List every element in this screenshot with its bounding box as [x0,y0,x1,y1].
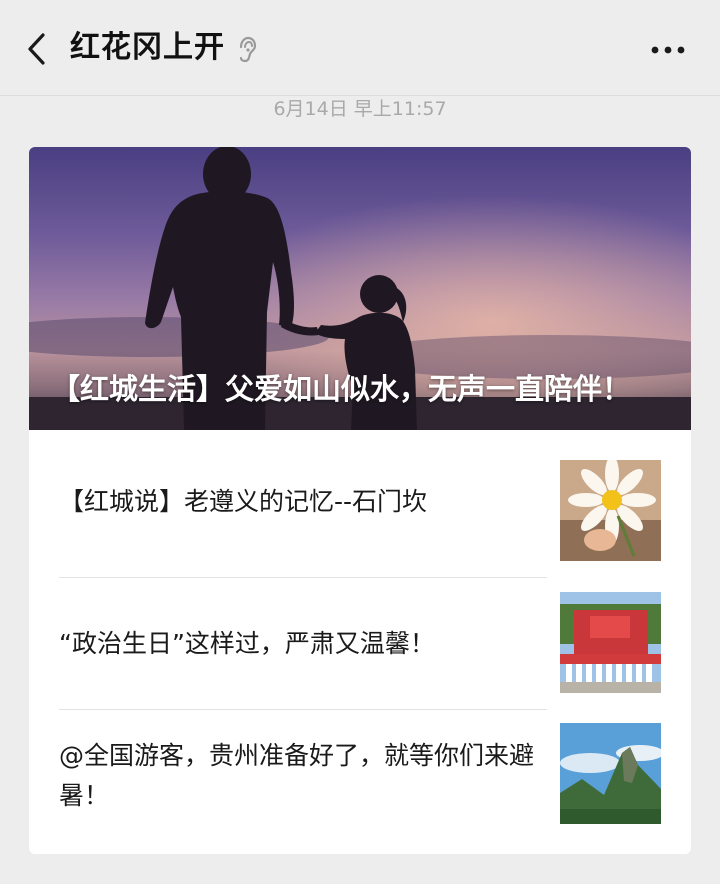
daisy-thumbnail [560,460,661,561]
group-photo-thumbnail [560,592,661,693]
article-card: 【红城生活】父爱如山似水，无声一直陪伴！ 【红城说】老遵义的记忆--石门坎 “政… [29,147,691,854]
ear-icon [239,36,257,63]
back-button[interactable] [18,26,54,72]
article-item[interactable]: 【红城说】老遵义的记忆--石门坎 [29,430,691,577]
more-dots-icon [651,46,685,54]
article-item[interactable]: @全国游客，贵州准备好了，就等你们来避暑！ [29,710,691,854]
article-thumbnail [560,460,661,561]
hero-title: 【红城生活】父爱如山似水，无声一直陪伴！ [51,372,632,406]
article-thumbnail [560,592,661,693]
mountain-thumbnail [560,723,661,824]
article-title: @全国游客，贵州准备好了，就等你们来避暑！ [59,741,535,810]
hero-article[interactable]: 【红城生活】父爱如山似水，无声一直陪伴！ [29,147,691,430]
article-thumbnail [560,723,661,824]
chevron-left-icon [28,33,45,65]
article-title: 【红城说】老遵义的记忆--石门坎 [59,487,428,516]
top-bar: 红花冈上开 [0,0,720,96]
article-title: “政治生日”这样过，严肃又温馨！ [59,629,435,658]
page-title: 红花冈上开 [70,30,225,65]
article-item[interactable]: “政治生日”这样过，严肃又温馨！ [29,578,691,709]
more-options-button[interactable] [640,30,696,70]
message-timestamp: 6月14日 早上11:57 [273,98,447,120]
